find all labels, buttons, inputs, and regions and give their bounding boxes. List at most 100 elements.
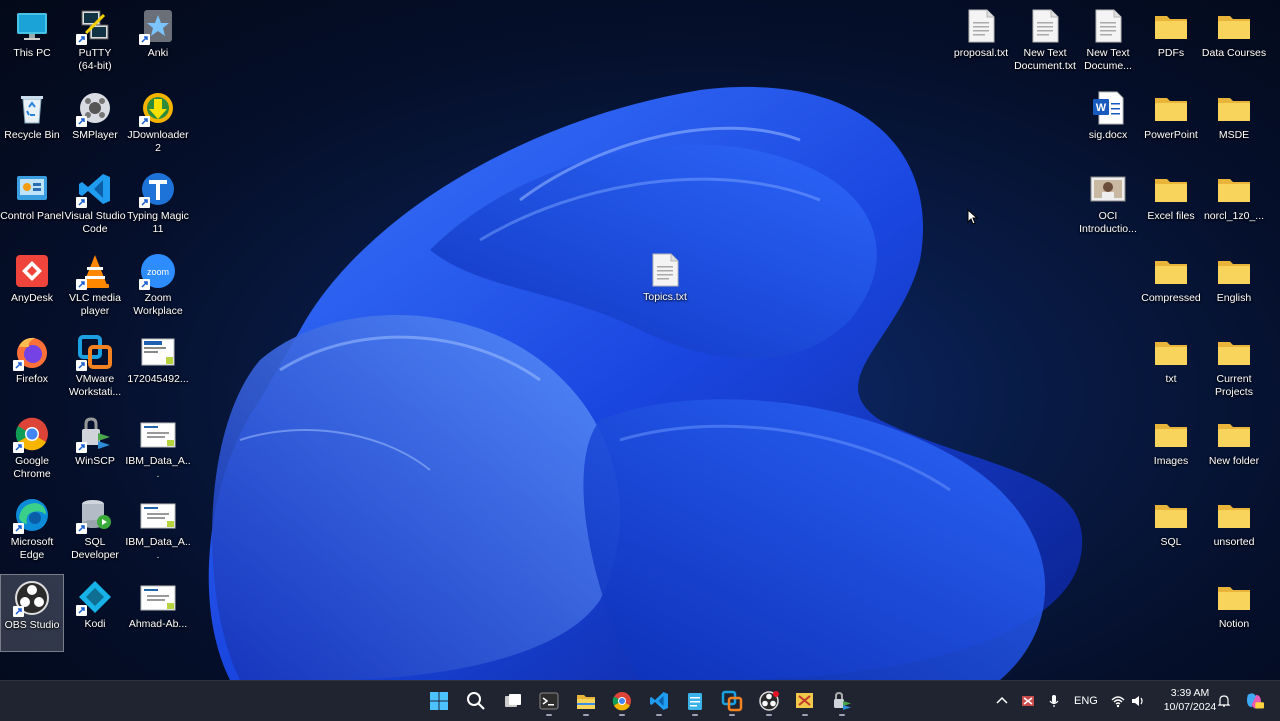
- language-indicator[interactable]: ENG: [1074, 681, 1098, 721]
- desktop-shortcut[interactable]: norcl_1z0_...: [1202, 166, 1266, 244]
- search-icon: [467, 692, 485, 710]
- desktop-shortcut[interactable]: Microsoft Edge: [0, 492, 64, 570]
- desktop-shortcut[interactable]: PowerPoint: [1139, 85, 1203, 163]
- desktop-shortcut[interactable]: Data Courses: [1202, 3, 1266, 81]
- running-indicator: [839, 714, 845, 716]
- anki-icon: [139, 7, 177, 45]
- desktop-shortcut[interactable]: Typing Magic 11: [126, 166, 190, 244]
- desktop-shortcut[interactable]: AnyDesk: [0, 248, 64, 326]
- system-clock[interactable]: 3:39 AM 10/07/2024: [1156, 686, 1224, 714]
- desktop-icon-label: New Text Document.txt: [1014, 47, 1076, 72]
- desktop-shortcut[interactable]: SQL: [1139, 492, 1203, 570]
- desktop-shortcut[interactable]: OBS Studio: [0, 573, 64, 652]
- desktop-shortcut[interactable]: Google Chrome: [0, 411, 64, 489]
- desktop-shortcut[interactable]: Control Panel: [0, 166, 64, 244]
- desktop-shortcut[interactable]: Anki: [126, 3, 190, 81]
- taskbar-terminal-button[interactable]: [534, 685, 564, 717]
- desktop-shortcut[interactable]: SQL Developer: [63, 492, 127, 570]
- desktop-icon-label: Control Panel: [0, 210, 64, 222]
- taskbar-winscp-button[interactable]: [827, 685, 857, 717]
- text-file-icon: [646, 251, 684, 289]
- desktop-shortcut[interactable]: New Text Document.txt: [1013, 3, 1077, 81]
- taskbar-start-button[interactable]: [424, 685, 454, 717]
- desktop-shortcut[interactable]: PDFs: [1139, 3, 1203, 81]
- desktop-shortcut[interactable]: Images: [1139, 411, 1203, 489]
- desktop-shortcut[interactable]: 172045492...: [126, 329, 190, 407]
- notepad-icon: [688, 693, 702, 710]
- taskbar-vscode-button[interactable]: [644, 685, 674, 717]
- desktop-shortcut[interactable]: zoom Zoom Workplace: [126, 248, 190, 326]
- desktop-shortcut[interactable]: Notion: [1202, 574, 1266, 652]
- notification-bell-icon[interactable]: [1216, 681, 1232, 721]
- folder-icon: [1215, 170, 1253, 208]
- desktop-shortcut[interactable]: OCI Introductio...: [1076, 166, 1140, 244]
- chrome-icon: [13, 415, 51, 453]
- taskbar-search-button[interactable]: [461, 685, 491, 717]
- desktop-shortcut[interactable]: Compressed: [1139, 248, 1203, 326]
- shortcut-arrow-icon: [76, 197, 87, 208]
- desktop-shortcut[interactable]: Excel files: [1139, 166, 1203, 244]
- desktop-icon-label: Images: [1153, 454, 1189, 467]
- desktop-icon-label: VMware Workstati...: [68, 373, 122, 398]
- running-indicator: [802, 714, 808, 716]
- desktop-shortcut[interactable]: unsorted: [1202, 492, 1266, 570]
- desktop-shortcut[interactable]: Topics.txt: [633, 247, 697, 325]
- desktop-shortcut[interactable]: Recycle Bin: [0, 85, 64, 163]
- taskbar-vmware-button[interactable]: [717, 685, 747, 717]
- desktop-icon-label: Ahmad-Ab...: [128, 617, 188, 630]
- shortcut-arrow-icon: [13, 605, 24, 617]
- desktop-shortcut[interactable]: New Text Docume...: [1076, 3, 1140, 81]
- desktop-shortcut[interactable]: WinSCP: [63, 411, 127, 489]
- desktop-icon-label: SMPlayer: [72, 128, 118, 141]
- desktop-shortcut[interactable]: English: [1202, 248, 1266, 326]
- microphone-icon[interactable]: [1046, 681, 1062, 721]
- shortcut-arrow-icon: [139, 115, 150, 127]
- desktop-shortcut[interactable]: VLC media player: [63, 248, 127, 326]
- desktop-shortcut[interactable]: New folder: [1202, 411, 1266, 489]
- taskbar-notepad-button[interactable]: [680, 685, 710, 717]
- obs-icon: [759, 691, 779, 711]
- folder-icon: [1152, 89, 1190, 127]
- desktop-shortcut[interactable]: SMPlayer: [63, 85, 127, 163]
- taskbar-task-view-button[interactable]: [498, 685, 528, 717]
- tray-app-icon[interactable]: [1020, 681, 1036, 721]
- desktop-shortcut[interactable]: Firefox: [0, 329, 64, 407]
- kodi-icon: [76, 578, 114, 616]
- desktop-icon-label: sig.docx: [1088, 128, 1128, 141]
- desktop-icon-label: This PC: [13, 47, 51, 59]
- shortcut-arrow-icon: [76, 278, 87, 290]
- show-hidden-icons-button[interactable]: [994, 681, 1010, 721]
- desktop-shortcut[interactable]: txt: [1139, 329, 1203, 407]
- desktop-shortcut[interactable]: proposal.txt: [949, 3, 1013, 81]
- desktop-shortcut[interactable]: Ahmad-Ab...: [126, 574, 190, 652]
- volume-icon[interactable]: [1130, 681, 1146, 721]
- taskbar-obs-button[interactable]: [754, 685, 784, 717]
- running-indicator: [766, 714, 772, 716]
- smplayer-icon: [76, 89, 114, 127]
- taskbar-chrome-button[interactable]: [607, 685, 637, 717]
- desktop-shortcut[interactable]: Current Projects: [1202, 329, 1266, 407]
- chrome-icon: [612, 692, 631, 711]
- wifi-icon[interactable]: [1110, 681, 1126, 721]
- desktop-shortcut[interactable]: Wsig.docx: [1076, 85, 1140, 163]
- desktop-shortcut[interactable]: Visual Studio Code: [63, 166, 127, 244]
- desktop-shortcut[interactable]: IBM_Data_A...: [125, 411, 191, 489]
- shortcut-arrow-icon: [139, 278, 150, 290]
- desktop-shortcut[interactable]: JDownloader 2: [126, 85, 190, 163]
- desktop-shortcut[interactable]: PuTTY (64-bit): [63, 3, 127, 81]
- vscode-icon: [650, 692, 668, 710]
- desktop-shortcut[interactable]: Kodi: [63, 574, 127, 652]
- vmware-icon: [721, 690, 743, 712]
- desktop-shortcut[interactable]: VMware Workstati...: [63, 329, 127, 407]
- running-indicator: [656, 714, 662, 716]
- taskbar-file-explorer-button[interactable]: [571, 685, 601, 717]
- taskbar-snipping-tool-button[interactable]: [790, 685, 820, 717]
- putty-icon: [76, 7, 114, 45]
- vmware-icon: [76, 333, 114, 371]
- svg-text:zoom: zoom: [147, 267, 169, 277]
- desktop-shortcut[interactable]: MSDE: [1202, 85, 1266, 163]
- desktop-shortcut[interactable]: This PC: [0, 3, 64, 81]
- desktop-shortcut[interactable]: IBM_Data_A...: [125, 492, 191, 570]
- copilot-icon[interactable]: [1244, 681, 1264, 721]
- shortcut-arrow-icon: [13, 523, 24, 534]
